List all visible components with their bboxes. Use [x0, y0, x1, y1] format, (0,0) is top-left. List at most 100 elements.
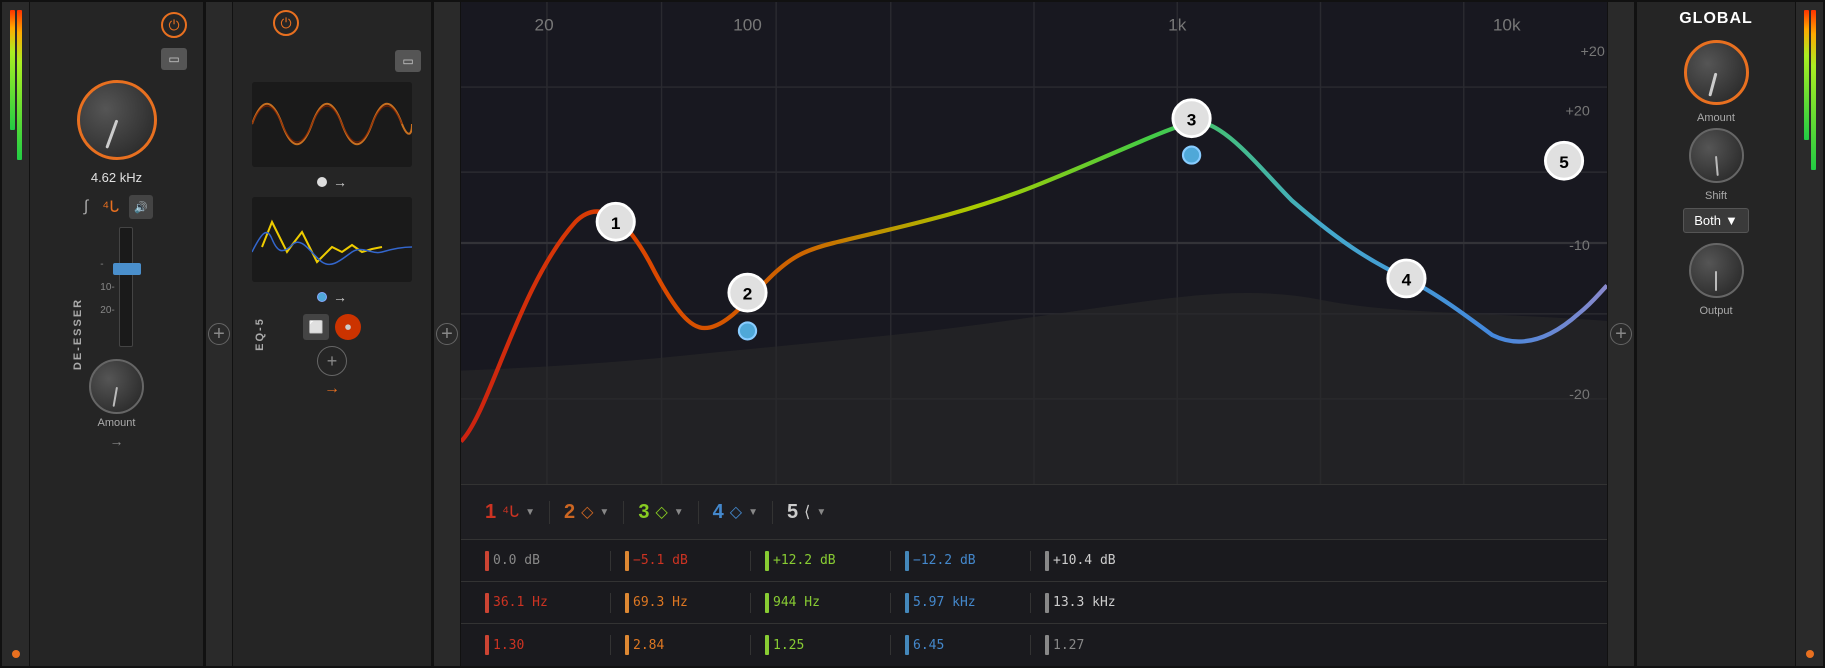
deesser-fader-handle[interactable] [113, 263, 141, 275]
band-3-q-indicator [765, 635, 769, 655]
deesser-fader-track[interactable] [119, 227, 133, 347]
eq5-waveform-bottom [252, 197, 412, 282]
band-5-filter-icon[interactable]: ⟨ [804, 502, 810, 522]
band-5-freq-value[interactable]: 13.3 kHz [1053, 595, 1116, 610]
svg-text:100: 100 [733, 15, 762, 34]
band-1-freq-indicator [485, 593, 489, 613]
eq-controls-bar: 1 ⁴ᒐ ▼ 2 ◇ ▼ 3 ◇ ▼ 4 ◇ ▼ [461, 485, 1607, 540]
band-1-q-value[interactable]: 1.30 [493, 638, 524, 653]
deesser-key-icon[interactable]: → [110, 433, 124, 449]
global-shift-knob[interactable] [1689, 128, 1744, 183]
band-5-number[interactable]: 5 [787, 501, 798, 524]
band-2-q-value[interactable]: 2.84 [633, 638, 664, 653]
band-5-gain-value[interactable]: +10.4 dB [1053, 553, 1116, 568]
band-5-dropdown[interactable]: ▼ [816, 507, 826, 518]
svg-text:4: 4 [1402, 271, 1412, 290]
eq5-bottom-controls: → [317, 289, 347, 305]
svg-text:10k: 10k [1493, 15, 1521, 34]
global-output-label: Output [1699, 305, 1732, 317]
eq5-window-btn[interactable]: ⬜ [303, 314, 329, 340]
global-output-knob[interactable] [1689, 243, 1744, 298]
band-2-gain-value[interactable]: −5.1 dB [633, 553, 688, 568]
eq-band-5-q-col: 1.27 [1031, 635, 1171, 655]
eq-band-1-q-col: 1.30 [471, 635, 611, 655]
band-3-dropdown[interactable]: ▼ [674, 507, 684, 518]
global-title: GLOBAL [1679, 10, 1753, 28]
eq-band-3-control: 3 ◇ ▼ [624, 501, 698, 524]
band-5-q-indicator [1045, 635, 1049, 655]
deesser-folder-button[interactable]: ▭ [161, 48, 187, 70]
eq-band-2-gain-col: −5.1 dB [611, 551, 751, 571]
band-2-freq-value[interactable]: 69.3 Hz [633, 595, 688, 610]
eq-gain-bar: 0.0 dB −5.1 dB +12.2 dB −12.2 dB +10.4 d… [461, 540, 1607, 582]
eq-band-5-control: 5 ⟨ ▼ [773, 501, 840, 524]
band-3-filter-icon[interactable]: ◇ [655, 502, 667, 522]
eq-band-2-freq-col: 69.3 Hz [611, 593, 751, 613]
global-shift-label: Shift [1705, 190, 1727, 202]
band-1-dropdown[interactable]: ▼ [525, 507, 535, 518]
band-3-freq-value[interactable]: 944 Hz [773, 595, 820, 610]
deesser-amount-knob[interactable] [89, 359, 144, 414]
eq-freq-bar: 36.1 Hz 69.3 Hz 944 Hz 5.97 kHz 13.3 kHz [461, 582, 1607, 624]
right-meter-bar-right [1811, 10, 1816, 170]
band-1-gain-value[interactable]: 0.0 dB [493, 553, 540, 568]
deesser-power-button[interactable]: ⏻ [161, 12, 187, 38]
band-4-dropdown[interactable]: ▼ [748, 507, 758, 518]
eq5-power-button[interactable]: ⏻ [273, 10, 299, 36]
eq5-record-btn[interactable]: ⏺ [335, 314, 361, 340]
eq-band-4-q-col: 6.45 [891, 635, 1031, 655]
band-3-q-value[interactable]: 1.25 [773, 638, 804, 653]
filter-highpass-icon[interactable]: ⁴ᒐ [98, 195, 123, 219]
left-meter-strip [2, 2, 30, 666]
band-3-gain-value[interactable]: +12.2 dB [773, 553, 836, 568]
band-3-number[interactable]: 3 [638, 501, 649, 524]
eq-band-3-q-col: 1.25 [751, 635, 891, 655]
band-2-number[interactable]: 2 [564, 501, 575, 524]
add-plugin-button[interactable]: + [208, 323, 230, 345]
add-plugin-button-3[interactable]: + [1610, 323, 1632, 345]
band-4-filter-icon[interactable]: ◇ [730, 502, 742, 522]
both-dropdown-arrow: ▼ [1725, 213, 1738, 228]
eq-band-3-freq-col: 944 Hz [751, 593, 891, 613]
both-label: Both [1694, 213, 1721, 228]
eq-band-2-q-col: 2.84 [611, 635, 751, 655]
eq-graph[interactable]: 20 100 1k 10k +20 +20 -10 -20 1 2 3 [461, 2, 1607, 485]
band-2-gain-indicator [625, 551, 629, 571]
eq5-bottom-dot[interactable] [317, 292, 327, 302]
svg-text:2: 2 [743, 285, 753, 304]
eq-band-4-gain-col: −12.2 dB [891, 551, 1031, 571]
eq-band-1-freq-col: 36.1 Hz [471, 593, 611, 613]
global-amount-knob[interactable] [1684, 40, 1749, 105]
eq-display-panel: 20 100 1k 10k +20 +20 -10 -20 1 2 3 [461, 2, 1607, 666]
deesser-amount-label: Amount [98, 417, 136, 429]
global-both-dropdown[interactable]: Both ▼ [1683, 208, 1749, 233]
band-1-filter-icon[interactable]: ⁴ᒐ [502, 502, 519, 522]
band-4-q-value[interactable]: 6.45 [913, 638, 944, 653]
eq5-forward-arrow[interactable]: → [324, 380, 340, 398]
eq5-folder-button[interactable]: ▭ [395, 50, 421, 72]
right-meter-strip [1795, 2, 1823, 666]
svg-text:3: 3 [1187, 110, 1197, 129]
svg-text:1k: 1k [1168, 15, 1187, 34]
eq5-panel: ⏻ ▭ → → [233, 2, 433, 666]
deesser-freq-knob[interactable] [77, 80, 157, 160]
eq5-bottom-arrow[interactable]: → [333, 289, 347, 305]
band-2-dropdown[interactable]: ▼ [599, 507, 609, 518]
filter-lowshelf-icon[interactable]: ∫ [80, 196, 92, 218]
band-4-gain-value[interactable]: −12.2 dB [913, 553, 976, 568]
band-1-freq-value[interactable]: 36.1 Hz [493, 595, 548, 610]
band-2-filter-icon[interactable]: ◇ [581, 502, 593, 522]
deesser-freq-display: 4.62 kHz [91, 170, 142, 185]
eq5-top-arrow[interactable]: → [333, 174, 347, 190]
band-1-number[interactable]: 1 [485, 501, 496, 524]
add-plugin-button-2[interactable]: + [436, 323, 458, 345]
band-4-number[interactable]: 4 [713, 501, 724, 524]
band-5-q-value[interactable]: 1.27 [1053, 638, 1084, 653]
right-meter-indicator [1806, 650, 1814, 658]
eq5-add-button[interactable]: + [317, 346, 347, 376]
deesser-panel-label: DE-ESSER [72, 298, 84, 370]
band-4-freq-value[interactable]: 5.97 kHz [913, 595, 976, 610]
deesser-mute-button[interactable]: 🔊 [129, 195, 153, 219]
eq-band-1-control: 1 ⁴ᒐ ▼ [471, 501, 550, 524]
eq5-top-dot[interactable] [317, 177, 327, 187]
